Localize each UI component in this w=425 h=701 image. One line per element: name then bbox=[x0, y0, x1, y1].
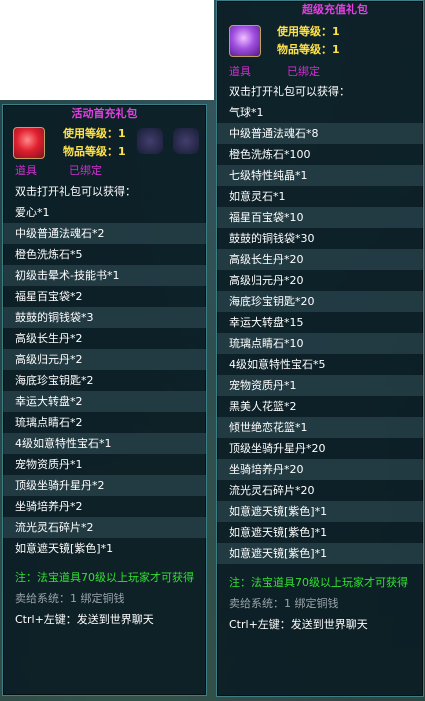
reward-item: 顶级坐骑升星丹*20 bbox=[229, 442, 326, 455]
reward-list: 气球*1 中级普通法魂石*8 橙色洗炼石*100 七级特性纯晶*1 如意灵石*1 福星百宝… bbox=[217, 102, 423, 564]
item-header: 使用等级：1 物品等级：1 bbox=[217, 19, 423, 63]
item-tags: 道具 已绑定 bbox=[3, 161, 206, 181]
reward-item: 福星百宝袋*10 bbox=[217, 207, 423, 228]
blank-area bbox=[0, 0, 214, 100]
red-gift-icon bbox=[13, 127, 45, 159]
intro-text: 双击打开礼包可以获得： bbox=[15, 185, 136, 198]
reward-item: 幸运大转盘*2 bbox=[3, 391, 206, 412]
gem-icon bbox=[173, 128, 199, 154]
reward-item: 高级长生丹*2 bbox=[15, 332, 83, 345]
sell-price: 卖给系统：1 绑定铜钱 bbox=[229, 597, 339, 610]
reward-item: 如意灵石*1 bbox=[229, 190, 286, 203]
purple-gift-icon bbox=[229, 25, 261, 57]
reward-item: 高级长生丹*20 bbox=[217, 249, 423, 270]
item-level-value: 1 bbox=[332, 43, 340, 56]
tooltip-title: 超级充值礼包 bbox=[302, 3, 368, 16]
reward-item: 4级如意特性宝石*1 bbox=[3, 433, 206, 454]
tag-type: 道具 bbox=[229, 65, 251, 78]
use-level-label: 使用等级： bbox=[63, 127, 118, 140]
reward-item: 琉璃点睛石*2 bbox=[15, 416, 83, 429]
intro-text: 双击打开礼包可以获得： bbox=[229, 85, 350, 98]
sell-price: 卖给系统：1 绑定铜钱 bbox=[15, 592, 125, 605]
use-level-value: 1 bbox=[118, 127, 126, 140]
reward-list: 爱心*1 中级普通法魂石*2 橙色洗炼石*5 初级击晕术-技能书*1 福星百宝袋*2 鼓鼓… bbox=[3, 202, 206, 559]
reward-item: 七级特性纯晶*1 bbox=[217, 165, 423, 186]
right-gift-tooltip: 超级充值礼包 使用等级：1 物品等级：1 道具 已绑定 双击打开礼包可以获得： … bbox=[216, 0, 424, 697]
reward-item: 橙色洗炼石*5 bbox=[15, 248, 83, 261]
tag-type: 道具 bbox=[15, 164, 37, 177]
reward-item: 黑美人花篮*2 bbox=[229, 400, 297, 413]
reward-item: 坐骑培养丹*2 bbox=[15, 500, 83, 513]
tag-bound: 已绑定 bbox=[287, 65, 320, 78]
reward-item: 橙色洗炼石*100 bbox=[229, 148, 311, 161]
item-level-label: 物品等级： bbox=[277, 43, 332, 56]
reward-item: 气球*1 bbox=[229, 106, 264, 119]
reward-item: 4级如意特性宝石*5 bbox=[229, 358, 326, 371]
use-level-label: 使用等级： bbox=[277, 25, 332, 38]
reward-item: 鼓鼓的铜钱袋*3 bbox=[3, 307, 206, 328]
left-gift-tooltip: 活动首充礼包 使用等级：1 物品等级：1 道具 已绑定 双击打开礼包可以获得： … bbox=[2, 104, 207, 696]
reward-item: 鼓鼓的铜钱袋*30 bbox=[229, 232, 315, 245]
use-level: 使用等级：1 bbox=[277, 23, 340, 41]
note-text: 注：法宝道具70级以上玩家才可获得 bbox=[229, 576, 408, 589]
reward-item: 坐骑培养丹*20 bbox=[217, 459, 423, 480]
ctrl-hint: Ctrl+左键：发送到世界聊天 bbox=[229, 618, 368, 631]
item-level: 物品等级：1 bbox=[277, 41, 340, 59]
item-level: 物品等级：1 bbox=[63, 143, 126, 161]
tag-bound: 已绑定 bbox=[69, 164, 102, 177]
reward-item: 初级击晕术-技能书*1 bbox=[3, 265, 206, 286]
use-level: 使用等级：1 bbox=[63, 125, 126, 143]
use-level-value: 1 bbox=[332, 25, 340, 38]
reward-item: 琉璃点睛石*10 bbox=[217, 333, 423, 354]
tooltip-title: 活动首充礼包 bbox=[71, 107, 138, 120]
reward-item: 幸运大转盘*15 bbox=[229, 316, 304, 329]
reward-item: 福星百宝袋*2 bbox=[15, 290, 83, 303]
reward-item: 海底珍宝钥匙*2 bbox=[15, 374, 94, 387]
item-level-label: 物品等级： bbox=[63, 145, 118, 158]
item-tags: 道具 已绑定 bbox=[217, 63, 423, 81]
reward-item: 海底珍宝钥匙*20 bbox=[217, 291, 423, 312]
reward-item: 中级普通法魂石*2 bbox=[3, 223, 206, 244]
reward-item: 倾世绝恋花篮*1 bbox=[217, 417, 423, 438]
reward-item: 流光灵石碎片*20 bbox=[229, 484, 315, 497]
reward-item: 如意遮天镜[紫色]*1 bbox=[217, 543, 423, 564]
reward-item: 中级普通法魂石*8 bbox=[217, 123, 423, 144]
reward-item: 顶级坐骑升星丹*2 bbox=[3, 475, 206, 496]
reward-item: 宠物资质丹*1 bbox=[15, 458, 83, 471]
reward-item: 如意遮天镜[紫色]*1 bbox=[229, 526, 328, 539]
item-level-value: 1 bbox=[118, 145, 126, 158]
reward-item: 爱心*1 bbox=[15, 206, 50, 219]
reward-item: 高级归元丹*20 bbox=[229, 274, 304, 287]
reward-item: 高级归元丹*2 bbox=[3, 349, 206, 370]
ctrl-hint: Ctrl+左键：发送到世界聊天 bbox=[15, 613, 154, 626]
reward-item: 流光灵石碎片*2 bbox=[3, 517, 206, 538]
item-header: 使用等级：1 物品等级：1 bbox=[3, 123, 206, 161]
note-text: 注：法宝道具70级以上玩家才可获得 bbox=[15, 571, 194, 584]
reward-item: 如意遮天镜[紫色]*1 bbox=[15, 542, 114, 555]
reward-item: 宠物资质丹*1 bbox=[217, 375, 423, 396]
gem-icon bbox=[137, 128, 163, 154]
reward-item: 如意遮天镜[紫色]*1 bbox=[217, 501, 423, 522]
